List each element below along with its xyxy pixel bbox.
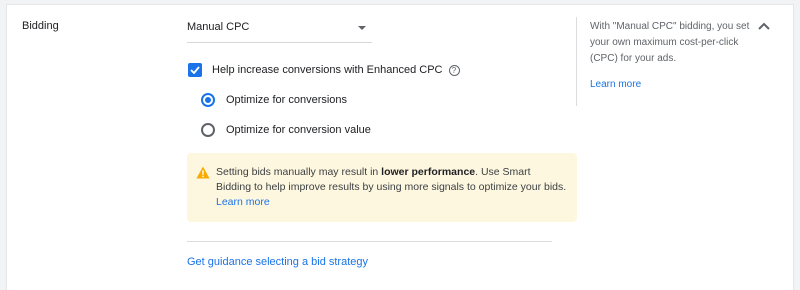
warning-text-start: Setting bids manually may result in [216, 166, 382, 178]
warning-triangle-icon [196, 166, 210, 179]
section-label: Bidding [22, 20, 59, 32]
bid-strategy-value: Manual CPC [187, 21, 250, 33]
divider [187, 241, 552, 242]
checkmark-icon [190, 66, 200, 74]
optimize-conversion-value-radio[interactable] [201, 123, 215, 137]
optimize-conversion-value-label: Optimize for conversion value [226, 124, 371, 136]
warning-text: Setting bids manually may result in lowe… [216, 165, 568, 210]
warning-learn-more-link[interactable]: Learn more [216, 195, 270, 210]
optimize-conversions-radio[interactable] [201, 93, 215, 107]
optimize-conversion-value-option[interactable]: Optimize for conversion value [201, 122, 371, 138]
chevron-up-icon[interactable] [757, 21, 771, 31]
bid-strategy-guidance-link[interactable]: Get guidance selecting a bid strategy [187, 256, 368, 268]
dropdown-arrow-icon [358, 26, 366, 30]
optimize-conversions-option[interactable]: Optimize for conversions [201, 92, 347, 108]
enhanced-cpc-label: Help increase conversions with Enhanced … [212, 64, 443, 76]
enhanced-cpc-option[interactable]: Help increase conversions with Enhanced … [188, 62, 460, 78]
bidding-card: Bidding Manual CPC Help increase convers… [6, 4, 794, 290]
bid-strategy-dropdown[interactable]: Manual CPC [187, 16, 372, 43]
optimize-conversions-label: Optimize for conversions [226, 94, 348, 106]
warning-text-bold: lower performance [381, 166, 476, 178]
info-panel-divider [576, 17, 577, 106]
info-panel-text: With "Manual CPC" bidding, you set your … [590, 21, 750, 64]
warning-banner: Setting bids manually may result in lowe… [187, 153, 577, 222]
help-icon[interactable]: ? [448, 64, 460, 76]
info-learn-more-link[interactable]: Learn more [590, 79, 641, 90]
enhanced-cpc-checkbox[interactable] [188, 63, 202, 77]
